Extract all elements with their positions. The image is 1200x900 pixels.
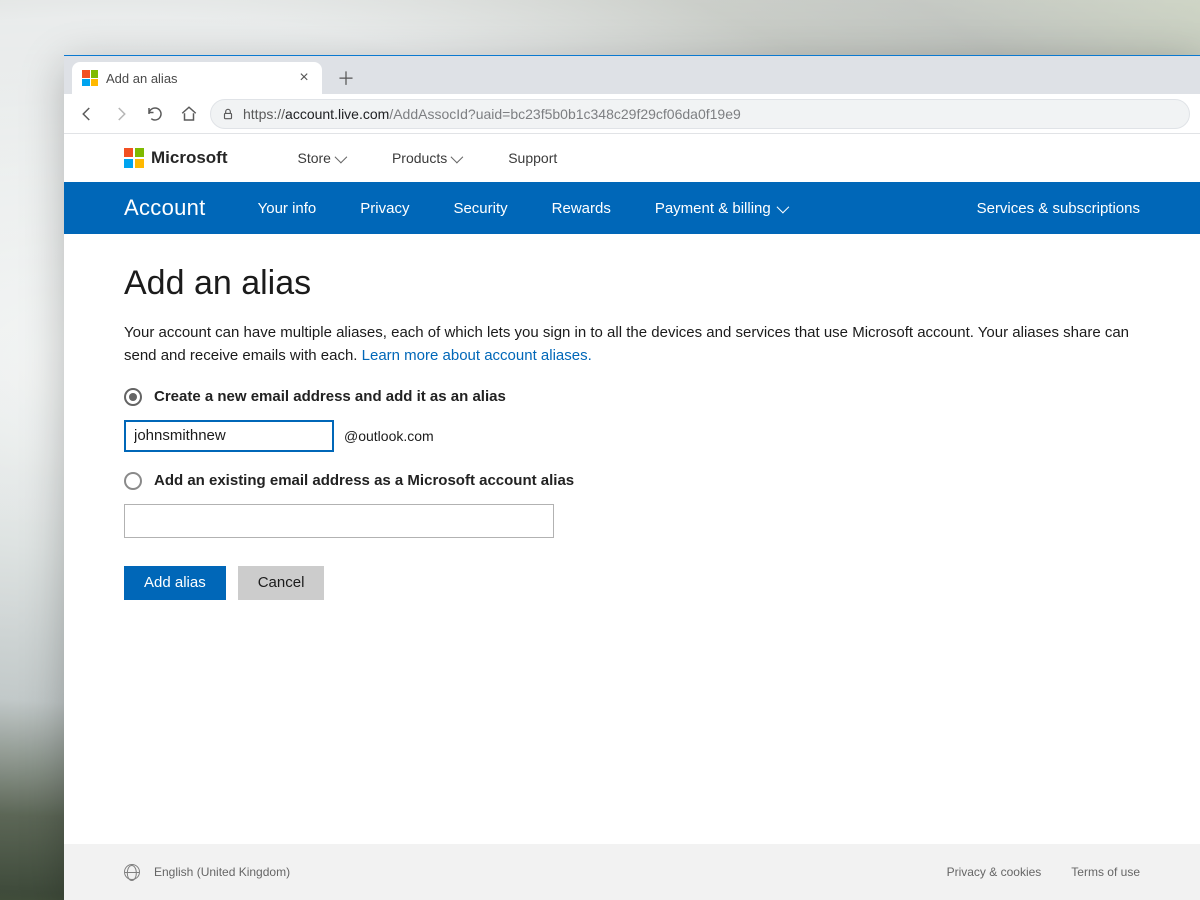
lock-icon <box>221 107 235 121</box>
page-title: Add an alias <box>124 264 1140 303</box>
tab-title: Add an alias <box>106 71 288 86</box>
microsoft-nav: Store Products Support <box>298 150 558 166</box>
main-content: Add an alias Your account can have multi… <box>64 234 1200 844</box>
microsoft-header: Microsoft Store Products Support <box>64 134 1200 182</box>
forward-icon[interactable] <box>108 101 134 127</box>
existing-email-row <box>124 504 1140 538</box>
nav-products-label: Products <box>392 150 447 166</box>
page-footer: English (United Kingdom) Privacy & cooki… <box>64 844 1200 900</box>
radio-create-new[interactable]: Create a new email address and add it as… <box>124 388 1140 406</box>
url-host: account.live.com <box>285 106 389 122</box>
browser-tab[interactable]: Add an alias × <box>72 62 322 94</box>
account-brand[interactable]: Account <box>124 195 206 221</box>
nav-your-info[interactable]: Your info <box>258 200 317 217</box>
radio-existing-label: Add an existing email address as a Micro… <box>154 472 574 489</box>
page-description: Your account can have multiple aliases, … <box>124 321 1140 368</box>
nav-security[interactable]: Security <box>453 200 507 217</box>
radio-existing[interactable]: Add an existing email address as a Micro… <box>124 472 1140 490</box>
page-body: Microsoft Store Products Support Account… <box>64 134 1200 900</box>
cancel-button[interactable]: Cancel <box>238 566 325 600</box>
home-icon[interactable] <box>176 101 202 127</box>
footer-terms-link[interactable]: Terms of use <box>1071 865 1140 879</box>
email-domain-suffix: @outlook.com <box>344 428 434 444</box>
nav-products[interactable]: Products <box>392 150 460 166</box>
new-email-row: @outlook.com <box>124 420 1140 452</box>
address-bar[interactable]: https://account.live.com/AddAssocId?uaid… <box>210 99 1190 129</box>
url-scheme: https:// <box>243 106 285 122</box>
locale-label[interactable]: English (United Kingdom) <box>154 865 290 879</box>
option-existing: Add an existing email address as a Micro… <box>124 472 1140 538</box>
nav-support-label: Support <box>508 150 557 166</box>
nav-store[interactable]: Store <box>298 150 344 166</box>
browser-window: Add an alias × ＋ https://account.live.co… <box>64 55 1200 900</box>
url-text: https://account.live.com/AddAssocId?uaid… <box>243 106 741 122</box>
desc-text: Your account can have multiple aliases, … <box>124 324 1129 364</box>
nav-services[interactable]: Services & subscriptions <box>977 200 1140 217</box>
nav-store-label: Store <box>298 150 331 166</box>
new-email-input[interactable] <box>124 420 334 452</box>
tab-strip: Add an alias × ＋ <box>64 56 1200 94</box>
option-create-new: Create a new email address and add it as… <box>124 388 1140 452</box>
radio-button-icon <box>124 472 142 490</box>
add-alias-button[interactable]: Add alias <box>124 566 226 600</box>
new-tab-button[interactable]: ＋ <box>332 64 360 92</box>
chevron-down-icon <box>776 200 789 213</box>
button-row: Add alias Cancel <box>124 566 1140 600</box>
radio-create-new-label: Create a new email address and add it as… <box>154 388 506 405</box>
reload-icon[interactable] <box>142 101 168 127</box>
nav-privacy[interactable]: Privacy <box>360 200 409 217</box>
microsoft-logo-icon <box>124 148 144 168</box>
footer-privacy-link[interactable]: Privacy & cookies <box>947 865 1042 879</box>
microsoft-wordmark: Microsoft <box>151 148 228 168</box>
nav-support[interactable]: Support <box>508 150 557 166</box>
microsoft-logo[interactable]: Microsoft <box>124 148 228 168</box>
chevron-down-icon <box>335 150 348 163</box>
favicon-microsoft-icon <box>82 70 98 86</box>
url-path: /AddAssocId?uaid=bc23f5b0b1c348c29f29cf0… <box>389 106 740 122</box>
browser-toolbar: https://account.live.com/AddAssocId?uaid… <box>64 94 1200 134</box>
nav-rewards[interactable]: Rewards <box>552 200 611 217</box>
existing-email-input[interactable] <box>124 504 554 538</box>
back-icon[interactable] <box>74 101 100 127</box>
nav-payment-label: Payment & billing <box>655 200 771 217</box>
tab-close-icon[interactable]: × <box>296 69 312 87</box>
radio-button-icon <box>124 388 142 406</box>
account-nav-bar: Account Your info Privacy Security Rewar… <box>64 182 1200 234</box>
nav-payment-billing[interactable]: Payment & billing <box>655 200 786 217</box>
learn-more-link[interactable]: Learn more about account aliases. <box>362 347 592 364</box>
globe-icon[interactable] <box>124 864 140 880</box>
chevron-down-icon <box>451 150 464 163</box>
